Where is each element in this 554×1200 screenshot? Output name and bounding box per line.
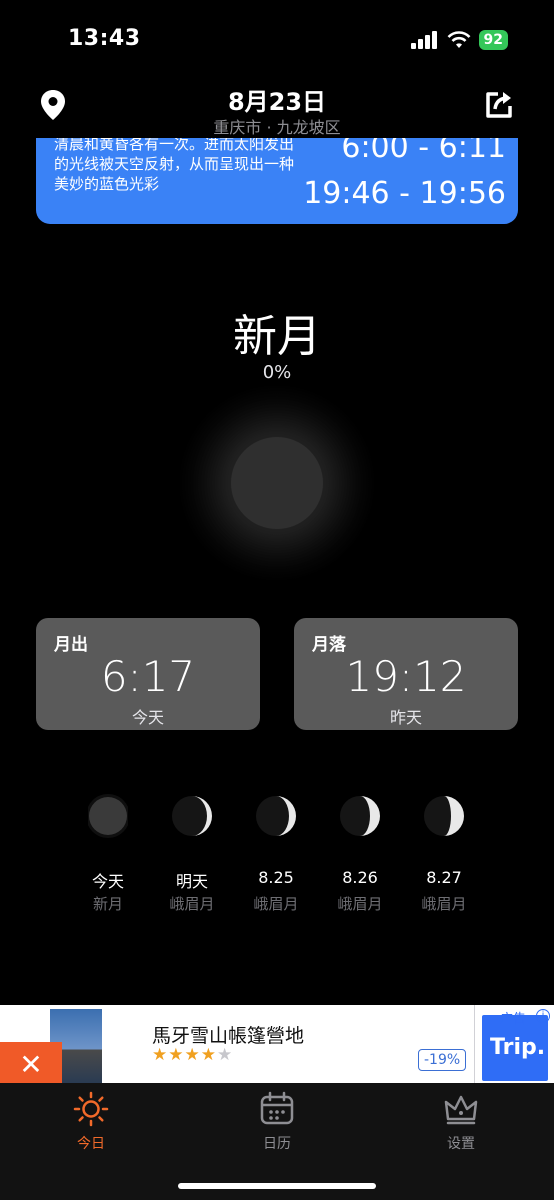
moonset-time: 19:12 [345, 652, 467, 701]
moonrise-day: 今天 [131, 708, 164, 727]
ad-tag: 广告 [500, 1012, 527, 1027]
forecast-phase: 峨眉月 [253, 895, 299, 913]
forecast-day: 今天 [91, 872, 124, 891]
cellular-signal-icon [410, 31, 437, 49]
crescent-moon-icon [340, 796, 380, 836]
ad-banner[interactable]: 馬牙雪山帳篷營地 ★★★★★ -19% Trip. 广告 i ✕ [0, 1005, 554, 1088]
battery-indicator: 92 [478, 30, 508, 50]
status-bar: 13:43 92 [0, 0, 554, 80]
moonset-day: 昨天 [389, 708, 422, 727]
forecast-phase: 新月 [92, 895, 123, 913]
forecast-phase: 峨眉月 [169, 895, 215, 913]
tab-calendar[interactable]: 日历 [222, 1091, 332, 1161]
tab-today-label: 今日 [77, 1136, 105, 1152]
moonset-card[interactable]: 月落 19:12 昨天 [294, 618, 518, 730]
sun-icon [73, 1091, 109, 1127]
forecast-item[interactable]: 今天 新月 [66, 780, 150, 920]
blue-hour-evening: 19:46 - 19:56 [303, 176, 506, 211]
forecast-day: 8.27 [426, 868, 462, 887]
forecast-phase: 峨眉月 [421, 895, 467, 913]
tab-calendar-label: 日历 [263, 1136, 291, 1152]
moon-phase-name: 新月 [233, 311, 321, 362]
tab-settings[interactable]: 设置 [406, 1091, 516, 1161]
page-title[interactable]: 8月23日 [0, 82, 554, 117]
forecast-day: 明天 [175, 872, 208, 891]
wifi-icon [447, 31, 470, 48]
blue-hour-card[interactable]: 清晨和黄昏各有一次。进而太阳发出的光线被天空反射，从而呈现出一种美妙的蓝色光彩 … [36, 138, 518, 224]
forecast-day: 8.26 [342, 868, 378, 887]
share-icon[interactable] [482, 88, 516, 122]
tab-today[interactable]: 今日 [36, 1091, 146, 1161]
blue-hour-description: 清晨和黄昏各有一次。进而太阳发出的光线被天空反射，从而呈现出一种美妙的蓝色光彩 [54, 138, 295, 193]
ad-divider [474, 1005, 475, 1083]
home-indicator[interactable] [178, 1183, 376, 1189]
ad-title[interactable]: 馬牙雪山帳篷營地 [152, 1021, 304, 1048]
location-label: 重庆市 · 九龙坡区 [213, 118, 341, 137]
moon-forecast: 今天 新月 明天 峨眉月 8.25 峨眉月 8.26 峨眉月 8.27 峨眉月 [66, 780, 486, 920]
crown-icon [444, 1095, 478, 1125]
ad-brand-name: Trip. [490, 1035, 546, 1060]
status-time: 13:43 [68, 26, 141, 51]
crescent-moon-icon [172, 796, 212, 836]
blue-hour-morning: 6:00 - 6:11 [341, 138, 506, 165]
forecast-item[interactable]: 明天 峨眉月 [150, 780, 234, 920]
tab-settings-label: 设置 [447, 1136, 475, 1152]
crescent-moon-icon [256, 796, 296, 836]
calendar-icon [260, 1091, 294, 1125]
forecast-phase: 峨眉月 [337, 895, 383, 913]
header: 8月23日 重庆市 · 九龙坡区 [0, 80, 554, 138]
moon-image [231, 437, 323, 529]
ad-info-icon[interactable]: i [536, 1009, 550, 1023]
forecast-day: 8.25 [258, 868, 294, 887]
ad-close-button[interactable]: ✕ [0, 1042, 62, 1088]
ad-discount-badge: -19% [418, 1049, 467, 1071]
forecast-item[interactable]: 8.27 峨眉月 [402, 780, 486, 920]
moon-illumination: 0% [262, 362, 292, 383]
new-moon-icon [88, 794, 128, 838]
crescent-moon-icon [424, 796, 464, 836]
status-icons: 92 [410, 30, 508, 50]
forecast-item[interactable]: 8.25 峨眉月 [234, 780, 318, 920]
moonrise-card[interactable]: 月出 6:17 今天 [36, 618, 260, 730]
moonrise-time: 6:17 [100, 652, 196, 701]
forecast-item[interactable]: 8.26 峨眉月 [318, 780, 402, 920]
ad-rating: ★★★★★ [152, 1045, 234, 1065]
blue-hour-card-viewport: 清晨和黄昏各有一次。进而太阳发出的光线被天空反射，从而呈现出一种美妙的蓝色光彩 … [36, 138, 518, 224]
